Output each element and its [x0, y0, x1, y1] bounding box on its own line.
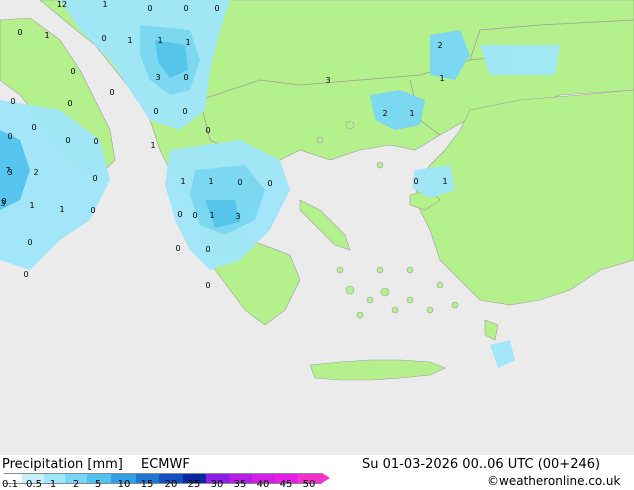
precip-value-label: 0	[65, 136, 70, 145]
precip-value-label: 1	[59, 205, 64, 214]
precip-value-label: 0	[267, 179, 272, 188]
precip-value-label: 2	[382, 109, 387, 118]
legend-tick-label: 40	[256, 479, 270, 490]
precip-value-label: 0	[177, 210, 182, 219]
precip-value-label: 0	[237, 178, 242, 187]
legend-tick-label: 35	[233, 479, 247, 490]
precip-value-label: 1	[44, 31, 49, 40]
precip-value-label: 1	[442, 177, 447, 186]
precip-value-label: 0	[10, 97, 15, 106]
precip-value-label: 3	[155, 73, 160, 82]
precip-value-label: 1	[150, 141, 155, 150]
precip-value-label: 3	[235, 212, 240, 221]
precipitation-map: 12 1 0 0 0101 1 103 00 000302012 10 0 100037 2003 1 10…	[0, 0, 634, 455]
precip-value-label: 0	[413, 177, 418, 186]
precip-value-label: 0	[92, 174, 97, 183]
precip-value-label: 0	[17, 28, 22, 37]
precip-value-label: 1	[185, 38, 190, 47]
precip-value-label: 1	[208, 177, 213, 186]
precip-value-label: 0	[27, 238, 32, 247]
precip-value-label: 1	[409, 109, 414, 118]
precip-value-label: 0	[147, 4, 152, 13]
precip-value-label: 0	[183, 73, 188, 82]
precip-value-label: 0	[23, 270, 28, 279]
legend-tick-label: 20	[164, 479, 178, 490]
legend-tick-label: 30	[210, 479, 224, 490]
valid-time: Su 01-03-2026 00..06 UTC (00+246)	[362, 457, 601, 472]
precip-value-label: 0	[7, 132, 12, 141]
precip-value-label: 3	[325, 76, 330, 85]
precip-value-label: 1	[29, 201, 34, 210]
precip-value-label: 0	[90, 206, 95, 215]
legend-tick-label: 5	[94, 479, 102, 490]
precip-value-label: 0	[192, 211, 197, 220]
precip-value-label: 0	[1, 197, 6, 206]
map-footer: Precipitation [mm] ECMWF Su 01-03-2026 0…	[0, 455, 634, 490]
precip-value-label: 1	[180, 177, 185, 186]
precip-value-label: 1	[439, 74, 444, 83]
precip-value-label: 0	[183, 4, 188, 13]
legend-tick-label: 0.5	[26, 479, 42, 490]
precip-value-label: 12	[57, 0, 67, 9]
precip-value-label: 2	[33, 168, 38, 177]
legend-tick-label: 0.1	[2, 479, 18, 490]
precip-value-label: 0	[67, 99, 72, 108]
legend-tick-label: 15	[140, 479, 154, 490]
precip-value-label: 0	[93, 137, 98, 146]
legend-title: Precipitation [mm]	[2, 457, 123, 472]
legend-tick-label: 50	[302, 479, 316, 490]
precip-value-label: 0	[109, 88, 114, 97]
precip-value-label: 0	[182, 107, 187, 116]
precip-value-label: 0	[31, 123, 36, 132]
legend-tick-label: 1	[49, 479, 57, 490]
precip-black-sea-east	[480, 45, 560, 75]
precip-value-label: 0	[214, 4, 219, 13]
precip-value-label: 1	[102, 0, 107, 9]
model-name: ECMWF	[141, 457, 190, 472]
precip-value-label: 0	[70, 67, 75, 76]
precip-value-label: 0	[101, 34, 106, 43]
precip-value-label: 2	[437, 41, 442, 50]
precip-value-label: 1	[157, 36, 162, 45]
credit-text: ©weatheronline.co.uk	[487, 474, 621, 488]
precip-value-label: 0	[175, 244, 180, 253]
precip-value-label: 0	[205, 126, 210, 135]
precip-value-label: 0	[205, 245, 210, 254]
precip-value-label: 1	[127, 36, 132, 45]
precip-value-label: 0	[153, 107, 158, 116]
legend-tick-label: 10	[117, 479, 131, 490]
precip-value-label: 0	[205, 281, 210, 290]
legend-tick-label: 2	[72, 479, 80, 490]
precip-value-label: 7	[5, 166, 10, 175]
legend-arrow	[322, 473, 330, 483]
legend-tick-label: 25	[187, 479, 201, 490]
legend-tick-label: 45	[279, 479, 293, 490]
precip-value-label: 1	[209, 211, 214, 220]
